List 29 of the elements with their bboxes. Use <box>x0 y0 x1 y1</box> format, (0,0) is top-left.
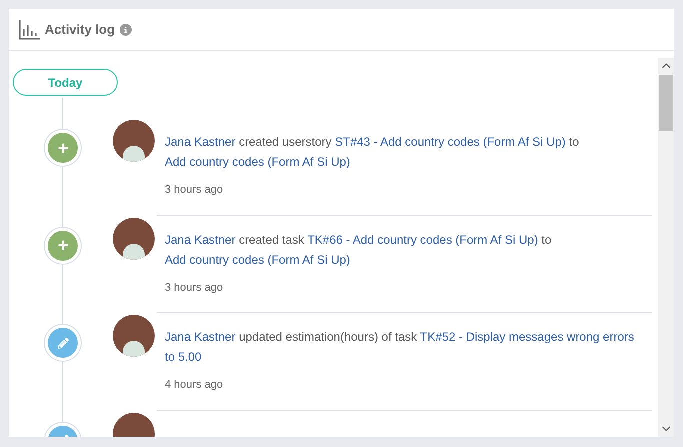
activity-link[interactable]: TK#52 - Display messages wrong errors <box>420 330 634 344</box>
avatar <box>113 120 155 162</box>
activity-description: Jana Kastner created userstory ST#43 - Add country codes (Form Af Si Up) to Add country codes (Form Af Si Up) <box>165 134 580 171</box>
activity-link[interactable]: Add country codes (Form Af Si Up) <box>165 252 350 266</box>
plus-icon <box>58 240 68 251</box>
timestamp: 4 hours ago <box>165 378 224 393</box>
panel-title: Activity log <box>45 20 116 39</box>
info-icon[interactable] <box>120 24 132 36</box>
plus-icon <box>58 142 68 154</box>
avatar <box>113 218 155 260</box>
activity-description: Jana Kastner created task TK#66 - Add country codes (Form Af Si Up) to Add country codes (Form Af Si Up) <box>165 232 553 268</box>
activity-link[interactable]: Jana Kastner <box>165 135 236 149</box>
timestamp: 3 hours ago <box>165 183 224 198</box>
bar-chart-icon <box>19 20 40 40</box>
activity-link[interactable]: TK#66 - Add country codes (Form Af Si Up) <box>308 232 538 246</box>
activity-link[interactable]: Add country codes (Form Af Si Up) <box>165 155 350 169</box>
activity-link[interactable]: Jana Kastner <box>165 330 236 344</box>
avatar <box>113 315 155 357</box>
pencil-icon <box>58 338 68 348</box>
timestamp: 3 hours ago <box>165 280 224 296</box>
activity-link[interactable]: Jana Kastner <box>165 232 236 246</box>
scroll-down-icon[interactable] <box>662 424 670 433</box>
date-pill: Today <box>13 69 118 96</box>
scroll-thumb[interactable] <box>659 75 673 131</box>
scroll-up-icon[interactable] <box>662 62 670 71</box>
activity-link[interactable]: ST#43 - Add country codes (Form Af Si Up) <box>335 135 566 149</box>
scrollbar[interactable] <box>658 58 674 437</box>
activity-link[interactable]: to 5.00 <box>165 350 202 364</box>
activity-description: Jana Kastner updated estimation(hours) of task TK#52 - Display messages wrong errors to 5.00 <box>165 329 636 366</box>
